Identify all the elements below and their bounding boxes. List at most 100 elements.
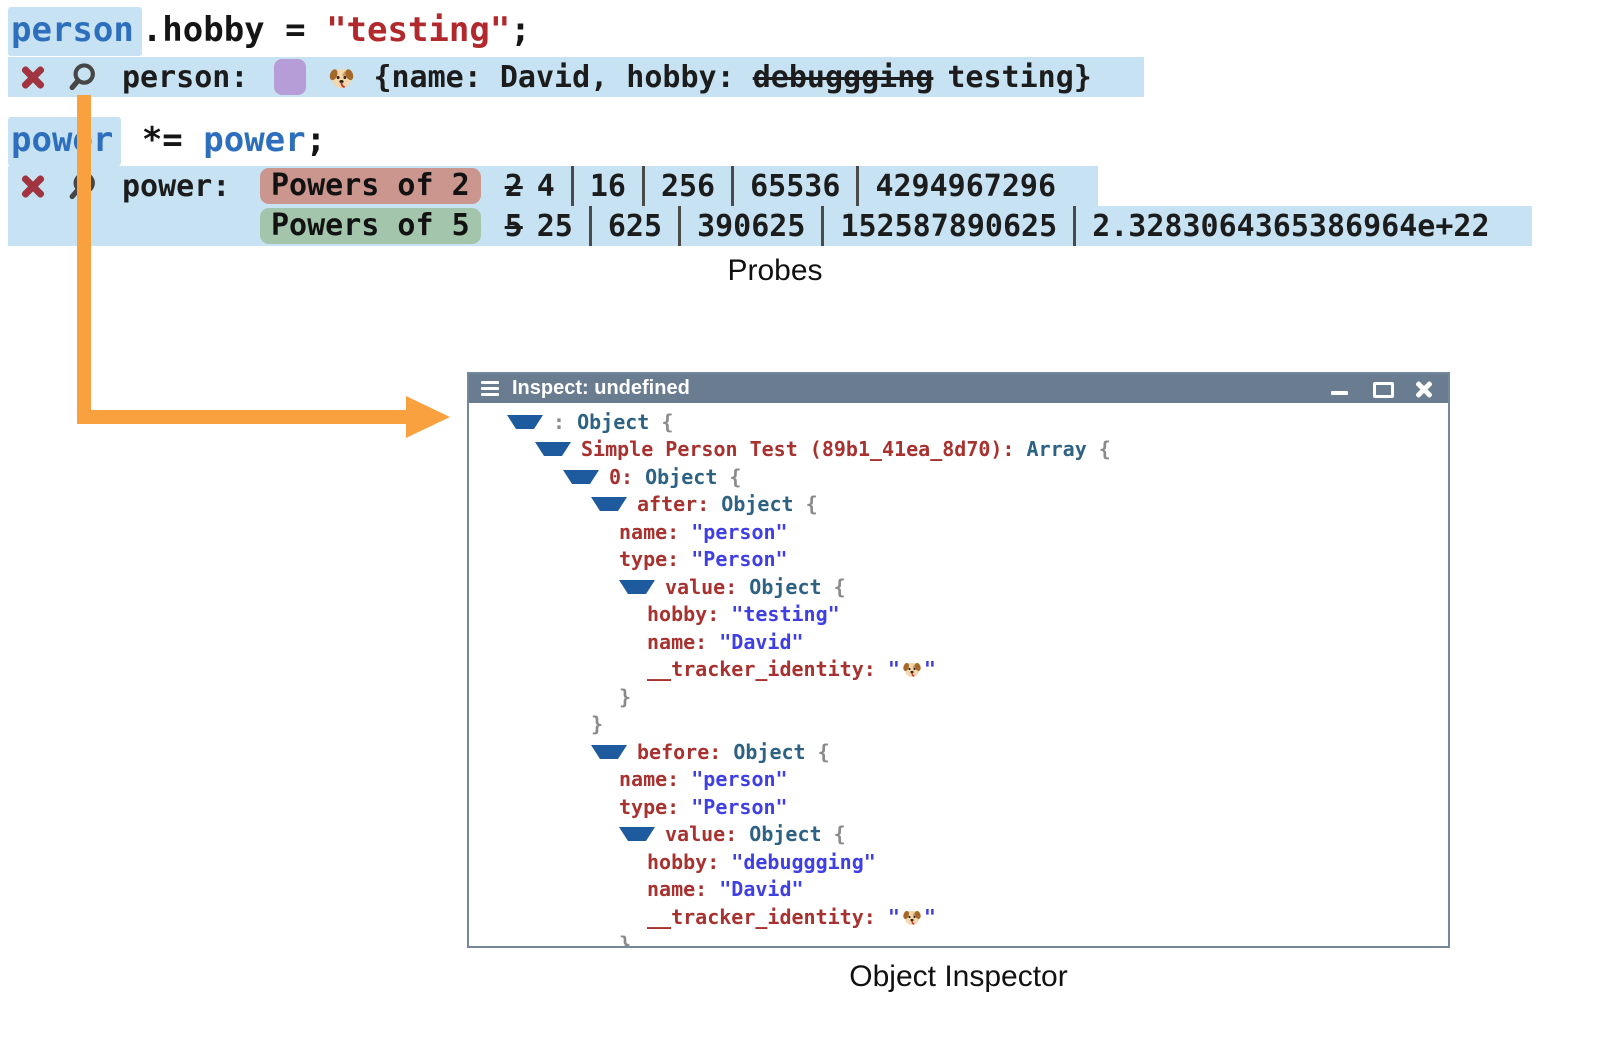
tree-segment: Object [749, 822, 821, 846]
probe-power: power:Powers of 22416256655364294967296P… [8, 166, 1532, 246]
probe-new-value: 152587890625 [840, 209, 1057, 244]
arrow-line-vertical [77, 95, 91, 424]
probe-value: {name: David, hobby: debuggging testing} [373, 60, 1091, 95]
tree-segment: "David" [719, 630, 803, 654]
code-segment: "testing" [326, 10, 510, 50]
tree-line: name: "person" [469, 518, 1448, 546]
tree-line: 0: Object { [469, 463, 1448, 491]
dog-emoji-icon [902, 659, 922, 679]
tree-segment: name: [619, 520, 691, 544]
tree-line: hobby: "debuggging" [469, 848, 1448, 876]
code-segment: power [203, 120, 305, 160]
tree-segment: Object [577, 410, 649, 434]
probe-old-value: 2 [505, 169, 523, 204]
code-line-person-hobby: person.hobby = "testing"; [8, 10, 531, 50]
probe-value-cell: 152587890625 [821, 206, 1073, 246]
tree-segment: "person" [691, 520, 787, 544]
tree-segment: "debuggging" [731, 850, 876, 874]
probe-value-cell: 625 [589, 206, 678, 246]
tree-segment: { [806, 740, 830, 764]
tree-segment: 0: [609, 465, 645, 489]
tree-segment: } [619, 932, 631, 948]
tree-line: hobby: "testing" [469, 601, 1448, 629]
probe-controls-spacer [8, 206, 260, 246]
probe-old-value: debuggging [753, 60, 934, 95]
collapse-triangle-icon[interactable] [619, 580, 655, 594]
tree-segment: } [591, 712, 603, 736]
tree-line: before: Object { [469, 738, 1448, 766]
collapse-triangle-icon[interactable] [563, 470, 599, 484]
probe-value-cell: 65536 [731, 166, 856, 206]
tree-line: } [469, 711, 1448, 739]
probe-new-value: 4294967296 [875, 169, 1056, 204]
dog-emoji-icon [328, 64, 355, 91]
collapse-triangle-icon[interactable] [591, 497, 627, 511]
probe-power-row: Powers of 55256253906251525878906252.328… [8, 206, 1532, 246]
tree-segment: Object [721, 492, 793, 516]
tree-segment: after: [637, 492, 721, 516]
tree-segment: "Person" [691, 547, 787, 571]
collapse-triangle-icon[interactable] [507, 415, 543, 429]
maximize-button[interactable] [1372, 380, 1392, 398]
probe-new-value: testing} [947, 60, 1092, 95]
remove-probe-button[interactable] [20, 173, 46, 199]
tree-line: type: "Person" [469, 546, 1448, 574]
series-chip[interactable]: Powers of 5 [260, 208, 481, 244]
code-segment: .hobby = [142, 10, 326, 50]
tree-segment: Array [1027, 437, 1087, 461]
tree-line: Simple Person Test (89b1_41ea_8d70): Arr… [469, 436, 1448, 464]
tree-segment: before: [637, 740, 733, 764]
probe-new-value: 2.3283064365386964e+22 [1092, 209, 1489, 244]
probe-controls: power: [8, 166, 260, 206]
tree-segment: __tracker_identity: [647, 657, 888, 681]
minimize-button[interactable] [1330, 380, 1350, 398]
tree-segment: " [888, 905, 900, 929]
tree-segment: Object [749, 575, 821, 599]
remove-probe-button[interactable] [20, 64, 46, 90]
collapse-triangle-icon[interactable] [591, 745, 627, 759]
arrow-head-icon [406, 396, 450, 438]
collapse-triangle-icon[interactable] [619, 827, 655, 841]
code-segment: power [8, 117, 121, 166]
tree-segment: Simple Person Test (89b1_41ea_8d70): [581, 437, 1027, 461]
tree-segment: name: [647, 630, 719, 654]
tree-line: name: "David" [469, 628, 1448, 656]
probe-new-value: 625 [608, 209, 662, 244]
menu-hamburger-icon[interactable] [481, 381, 499, 396]
tree-segment: __tracker_identity: [647, 905, 888, 929]
dog-emoji-icon [902, 659, 922, 679]
tree-line: __tracker_identity: "" [469, 656, 1448, 684]
probe-value-cell: 4294967296 [856, 166, 1072, 206]
probe-label: person: [122, 60, 248, 95]
code-segment: ; [306, 120, 326, 160]
dog-emoji-icon [902, 907, 922, 927]
tree-line: : Object { [469, 408, 1448, 436]
close-button[interactable] [1414, 380, 1434, 398]
window-titlebar[interactable]: Inspect: undefined [469, 374, 1448, 403]
probe-value-cell: 390625 [678, 206, 821, 246]
tree-segment: "person" [691, 767, 787, 791]
probe-new-value: 256 [661, 169, 715, 204]
dog-emoji-icon [902, 907, 922, 927]
probes-caption: Probes [0, 254, 1550, 288]
probe-value-prefix: {name: David, hobby: [373, 60, 752, 95]
tree-segment: "Person" [691, 795, 787, 819]
window-controls [1308, 380, 1448, 398]
code-segment: person [8, 7, 142, 56]
inspect-magnifier-button[interactable] [66, 61, 98, 93]
series-chip[interactable]: Powers of 2 [260, 168, 481, 204]
tree-line: } [469, 931, 1448, 949]
tree-segment: { [649, 410, 673, 434]
tree-segment: { [717, 465, 741, 489]
probe-person: person: {name: David, hobby: debuggging t… [8, 57, 1144, 97]
tree-segment: value: [665, 575, 749, 599]
tree-line: type: "Person" [469, 793, 1448, 821]
tree-line: __tracker_identity: "" [469, 903, 1448, 931]
collapse-triangle-icon[interactable] [535, 442, 571, 456]
tree-segment: hobby: [647, 850, 731, 874]
probe-new-value: 25 [537, 209, 573, 244]
tree-segment: "David" [719, 877, 803, 901]
color-swatch[interactable] [274, 59, 306, 95]
tree-line: after: Object { [469, 491, 1448, 519]
tree-segment: { [794, 492, 818, 516]
